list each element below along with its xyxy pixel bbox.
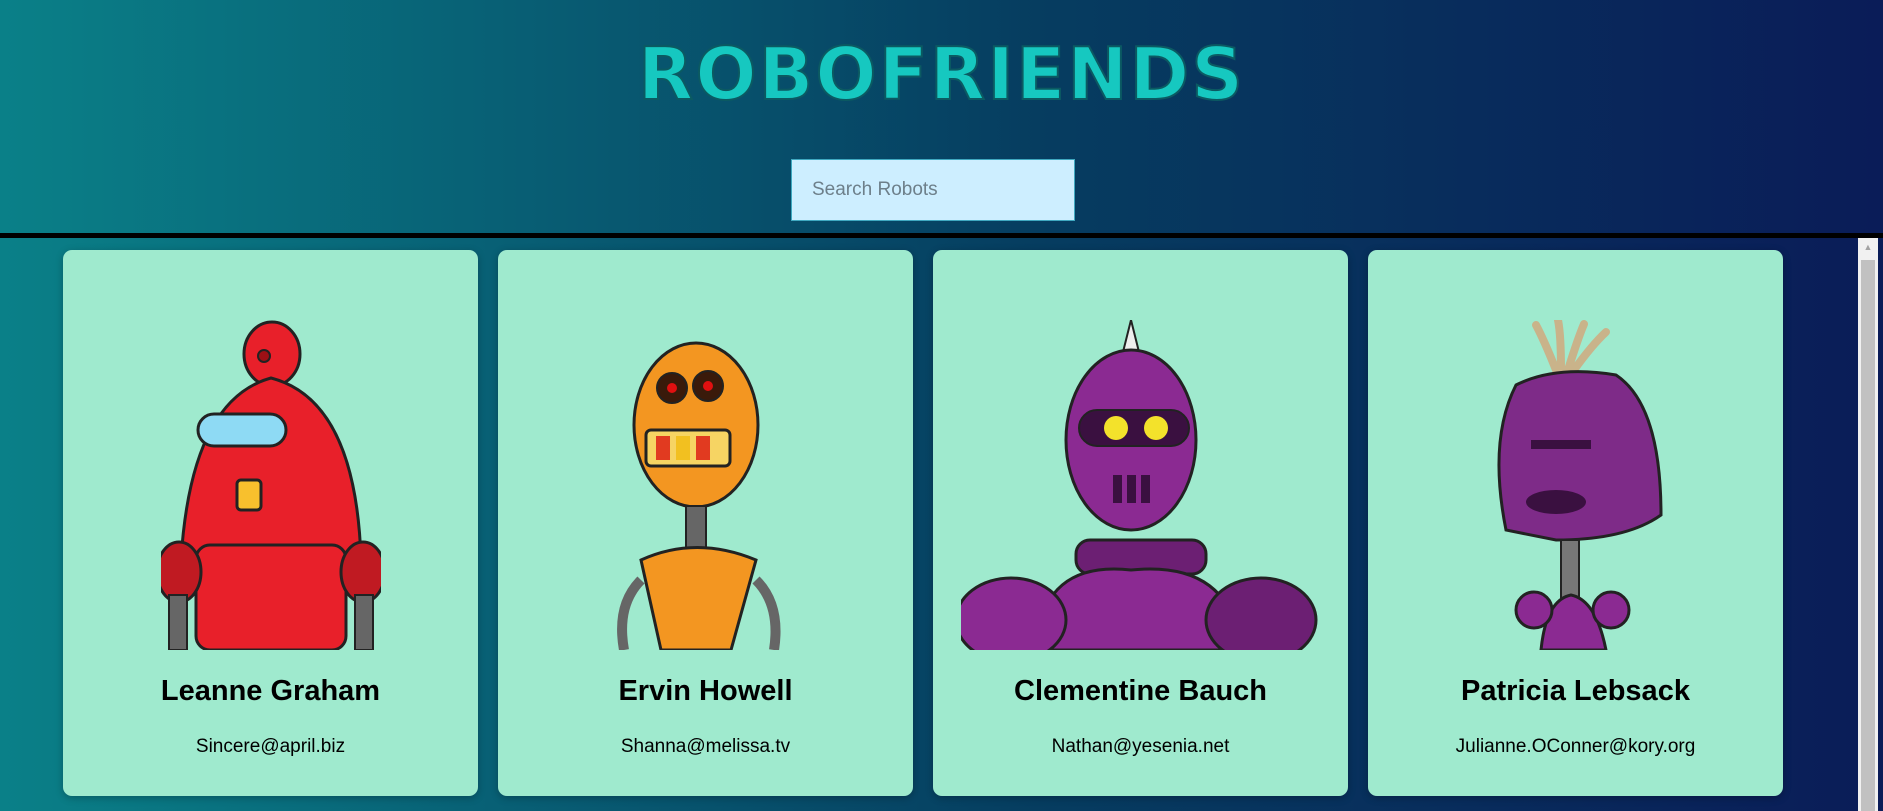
robot-card[interactable]: Patricia Lebsack Julianne.OConner@kory.o… [1368,250,1783,796]
page-title: ROBOFRIENDS [637,31,1246,117]
robot-name: Leanne Graham [160,675,381,707]
robot-email: Julianne.OConner@kory.org [1455,736,1696,757]
robot-card[interactable]: Leanne Graham Sincere@april.biz [63,250,478,796]
scrollbar-thumb[interactable] [1861,260,1875,811]
robot-avatar [616,341,781,650]
robot-email: Sincere@april.biz [195,736,346,757]
robot-card[interactable]: Ervin Howell Shanna@melissa.tv [498,250,913,796]
search-input[interactable] [791,159,1075,221]
robot-card[interactable]: Clementine Bauch Nathan@yesenia.net [933,250,1348,796]
robot-name: Ervin Howell [618,675,793,707]
header: ROBOFRIENDS [0,0,1883,233]
robot-avatar [960,320,1317,650]
triangle-up-icon[interactable]: ▲ [1858,238,1878,256]
robot-name: Clementine Bauch [1014,675,1267,707]
robot-name: Patricia Lebsack [1461,675,1690,707]
vertical-scrollbar[interactable]: ▲ [1858,238,1878,811]
robot-avatar [1496,320,1663,650]
card-list[interactable]: Leanne Graham Sincere@april.biz Ervin Ho… [0,238,1883,811]
robot-avatar [160,320,381,650]
robot-email: Nathan@yesenia.net [1051,736,1230,757]
robot-email: Shanna@melissa.tv [620,736,791,757]
